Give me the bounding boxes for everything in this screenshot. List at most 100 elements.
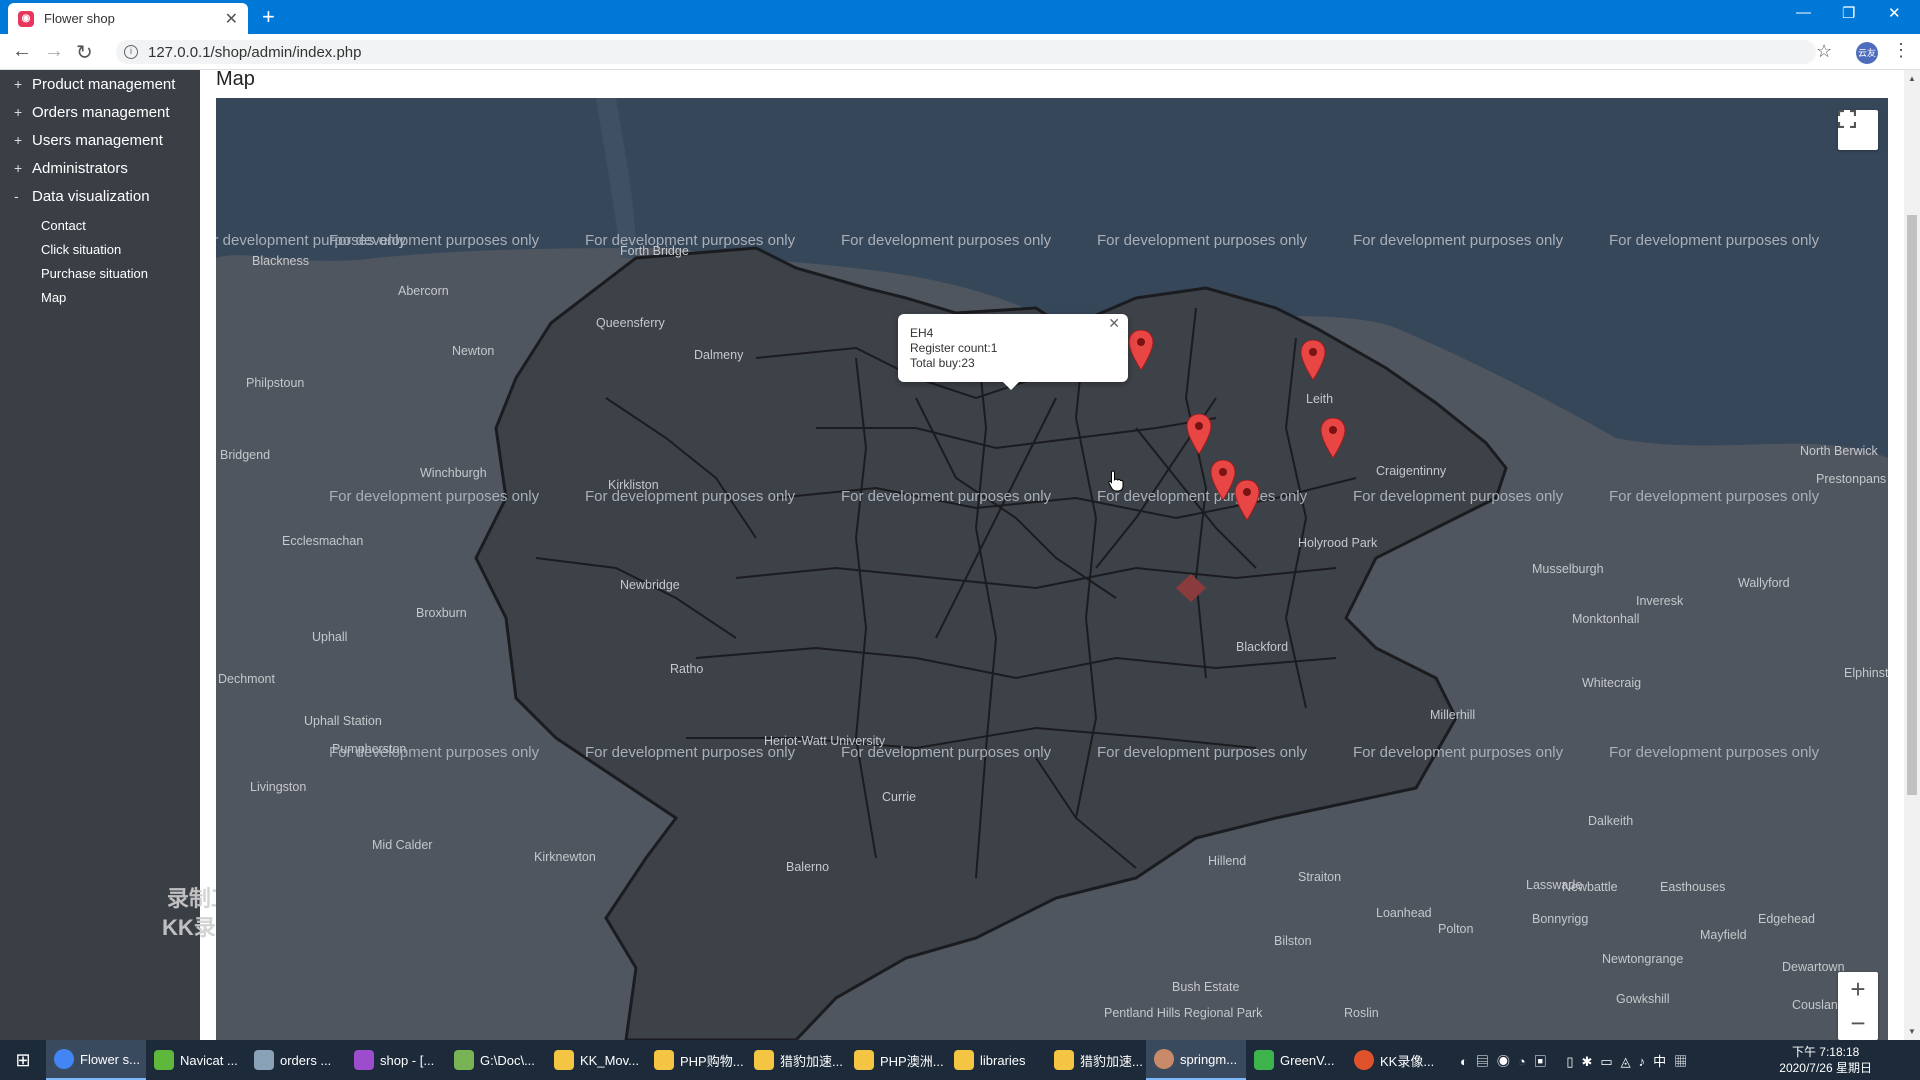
scroll-up-icon[interactable]: ▲: [1908, 74, 1916, 83]
taskbar-app-label: springm...: [1180, 1051, 1238, 1067]
bookmark-star-icon[interactable]: ☆: [1816, 41, 1832, 62]
taskbar-app-label: 猎豹加速...: [780, 1053, 843, 1069]
fullscreen-button[interactable]: [1838, 110, 1878, 150]
place-label: Newbattle: [1562, 880, 1618, 894]
taskbar-app-label: PHP购物...: [680, 1053, 744, 1069]
sidebar-item-users-management[interactable]: + Users management: [0, 126, 200, 154]
dev-notice: For development purposes only: [1353, 744, 1564, 761]
place-label: Newbridge: [620, 578, 680, 592]
dev-notice: For development purposes only: [329, 488, 540, 505]
system-tray-icons[interactable]: ◐▤◉◔▣ ▯✱▭◬♪中▦: [1460, 1051, 1695, 1070]
scrollbar-thumb[interactable]: [1907, 215, 1917, 795]
notepad-icon: [454, 1050, 474, 1070]
app-icon: [1154, 1049, 1174, 1069]
map-marker-pin[interactable]: [1234, 480, 1260, 520]
place-label: Dalkeith: [1588, 814, 1634, 828]
place-label: Newton: [452, 344, 495, 358]
info-postcode: EH4: [910, 326, 934, 340]
postcode-map[interactable]: For development purposes only For develo…: [216, 98, 1888, 1040]
sidebar-item-product-management[interactable]: + Product management: [0, 70, 200, 98]
place-label: Heriot-Watt University: [764, 734, 886, 748]
place-label: Blackness: [252, 254, 309, 268]
place-label: Bonnyrigg: [1532, 912, 1589, 926]
place-label: Dechmont: [218, 672, 275, 686]
taskbar-app-greenv[interactable]: GreenV...: [1246, 1040, 1346, 1080]
place-label: Philpstoun: [246, 376, 305, 390]
close-window-icon[interactable]: ✕: [1888, 4, 1901, 22]
expand-icon: +: [14, 160, 23, 176]
place-label: Winchburgh: [420, 466, 487, 480]
place-label: Loanhead: [1376, 906, 1432, 920]
map-marker-pin[interactable]: [1186, 414, 1212, 454]
place-label: Polton: [1438, 922, 1474, 936]
page-scrollbar[interactable]: ▲ ▼: [1904, 70, 1920, 1040]
taskbar-app-folder[interactable]: PHP澳洲...: [846, 1040, 946, 1080]
place-label: Prestonpans: [1816, 472, 1887, 486]
clock[interactable]: 下午 7:18:18 2020/7/26 星期日: [1779, 1044, 1872, 1076]
map-marker-pin[interactable]: [1320, 418, 1346, 458]
zoom-out-button[interactable]: −: [1838, 1006, 1878, 1040]
expand-icon: +: [14, 76, 23, 92]
scroll-down-icon[interactable]: ▼: [1908, 1027, 1916, 1036]
table-icon: [254, 1050, 274, 1070]
place-label: Ecclesmachan: [282, 534, 364, 548]
taskbar-app-orders[interactable]: orders ...: [246, 1040, 346, 1080]
sidebar-item-administrators[interactable]: + Administrators: [0, 154, 200, 182]
back-icon[interactable]: ←: [12, 40, 32, 63]
place-label: Kirkliston: [608, 478, 659, 492]
close-tab-icon[interactable]: ✕: [225, 9, 238, 29]
place-label: Uphall Station: [304, 714, 382, 728]
url-text: 127.0.0.1/shop/admin/index.php: [148, 43, 362, 61]
taskbar-app-folder[interactable]: KK_Mov...: [546, 1040, 646, 1080]
taskbar-app-navicat[interactable]: Navicat ...: [146, 1040, 246, 1080]
map-marker-pin[interactable]: [1300, 340, 1326, 380]
place-label: Bridgend: [220, 448, 271, 462]
sidebar-item-orders-management[interactable]: + Orders management: [0, 98, 200, 126]
map-marker-pin[interactable]: [1128, 330, 1154, 370]
site-info-icon[interactable]: i: [124, 45, 138, 59]
taskbar-app-folder[interactable]: libraries: [946, 1040, 1046, 1080]
new-tab-icon[interactable]: +: [262, 6, 275, 28]
greenv-icon: [1254, 1050, 1274, 1070]
taskbar-app-label: GreenV...: [1280, 1052, 1335, 1068]
taskbar-app-folder[interactable]: 猎豹加速...: [746, 1040, 846, 1080]
profile-avatar[interactable]: 云友: [1856, 42, 1878, 64]
taskbar-app-phpstorm[interactable]: shop - [...: [346, 1040, 446, 1080]
forward-icon[interactable]: →: [44, 40, 64, 63]
place-label: Edgehead: [1758, 912, 1816, 926]
chrome-icon: [54, 1049, 74, 1069]
sidebar-subitem-purchase-situation[interactable]: Purchase situation: [0, 262, 200, 286]
place-label: Forth Bridge: [620, 244, 689, 258]
sidebar-subitem-contact[interactable]: Contact: [0, 214, 200, 238]
sidebar-subitem-map[interactable]: Map: [0, 286, 200, 310]
navicat-icon: [154, 1050, 174, 1070]
hand-cursor-icon: [1108, 470, 1124, 492]
place-label: Leith: [1306, 392, 1334, 406]
taskbar-app-notepad[interactable]: G:\Doc\...: [446, 1040, 546, 1080]
taskbar-app-folder[interactable]: PHP购物...: [646, 1040, 746, 1080]
taskbar-app-folder[interactable]: 猎豹加速...: [1046, 1040, 1146, 1080]
browser-tab[interactable]: ◉ Flower shop ✕: [8, 3, 248, 34]
taskbar-app-kk-recorder[interactable]: KK录像...: [1346, 1040, 1446, 1080]
sidebar-subitem-click-situation[interactable]: Click situation: [0, 238, 200, 262]
place-label: Newtongrange: [1602, 952, 1684, 966]
place-label: Hillend: [1208, 854, 1247, 868]
minimize-icon[interactable]: —: [1796, 4, 1811, 21]
dev-notice: For development purposes only: [1609, 744, 1820, 761]
reload-icon[interactable]: ↻: [76, 40, 93, 65]
restore-icon[interactable]: ❐: [1842, 4, 1855, 22]
taskbar-app-springm[interactable]: springm...: [1146, 1040, 1246, 1080]
browser-tabbar: ◉ Flower shop ✕ + — ❐ ✕: [0, 0, 1920, 34]
folder-icon: [654, 1050, 674, 1070]
start-menu-icon[interactable]: ⊞: [0, 1040, 46, 1080]
taskbar-app-chrome[interactable]: Flower s...: [46, 1040, 146, 1080]
sidebar-item-data-visualization[interactable]: - Data visualization: [0, 182, 200, 210]
dev-notice: For development purposes only: [329, 232, 540, 249]
dev-notice: For development purposes only: [1097, 488, 1308, 505]
map-marker-pin[interactable]: [1210, 460, 1236, 500]
browser-menu-icon[interactable]: ⋮: [1892, 40, 1910, 61]
zoom-control: + −: [1838, 972, 1878, 1040]
close-info-window-icon[interactable]: ✕: [1108, 316, 1120, 331]
url-field[interactable]: i 127.0.0.1/shop/admin/index.php: [116, 40, 1816, 64]
zoom-in-button[interactable]: +: [1838, 972, 1878, 1006]
